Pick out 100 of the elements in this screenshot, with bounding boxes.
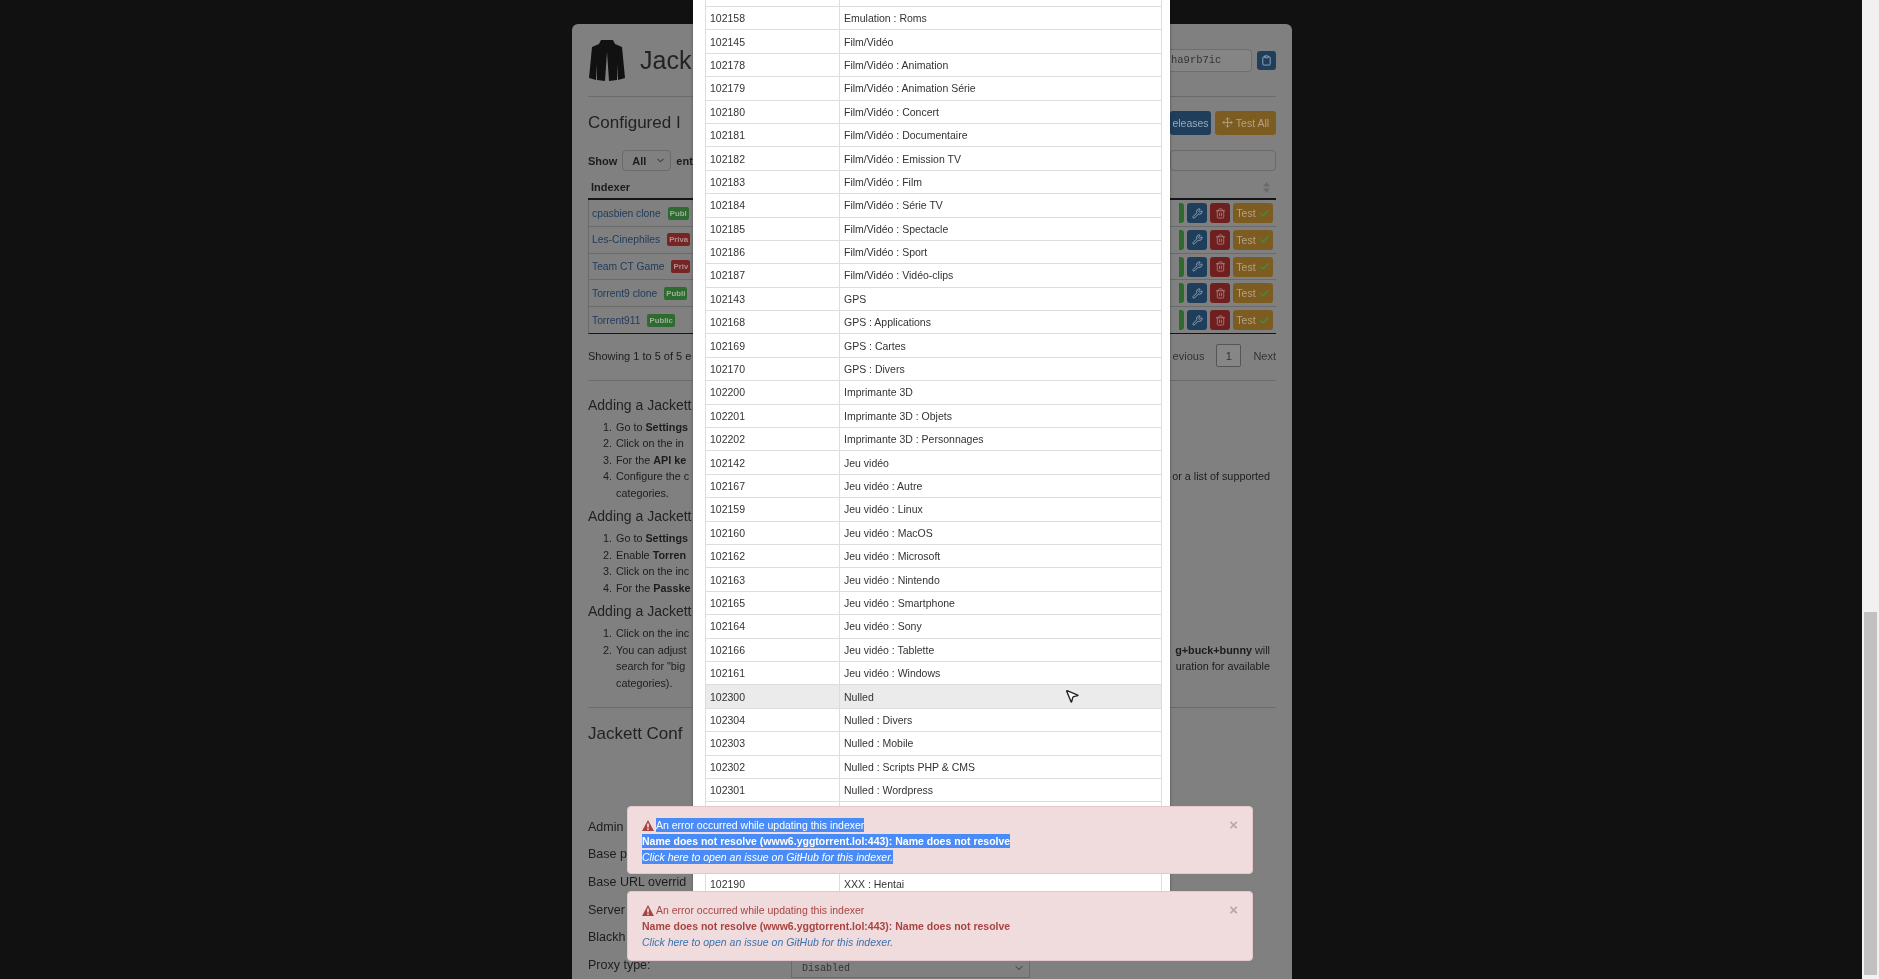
table-cell: Jeu vidéo : Nintendo xyxy=(839,568,1161,591)
category-row[interactable]: 102181 Film/Vidéo : Documentaire xyxy=(706,122,1161,147)
table-cell-text: 102184 xyxy=(709,198,747,214)
table-cell: Nulled : Scripts PHP & CMS xyxy=(839,755,1161,778)
category-row[interactable]: 102300 Nulled xyxy=(706,684,1161,708)
category-row[interactable]: 102200 Imprimante 3D xyxy=(706,380,1161,404)
category-row[interactable]: 102160 Jeu vidéo : MacOS xyxy=(706,520,1161,544)
action-button[interactable] xyxy=(1179,256,1184,277)
table-cell-text: 102183 xyxy=(709,174,747,190)
action-button[interactable] xyxy=(1179,310,1184,331)
help-text: Configure the c xyxy=(616,470,690,483)
category-row[interactable]: 102142 Jeu vidéo xyxy=(706,450,1161,474)
category-row[interactable]: 102178 Film/Vidéo : Animation xyxy=(706,52,1161,77)
category-row[interactable]: 102304 Nulled : Divers xyxy=(706,707,1161,732)
configure-button[interactable] xyxy=(1187,283,1207,304)
table-cell-text: 102302 xyxy=(709,759,747,775)
scrollbar[interactable] xyxy=(1862,0,1879,979)
configure-button[interactable] xyxy=(1187,310,1207,331)
category-row[interactable]: 102163 Jeu vidéo : Nintendo xyxy=(706,567,1161,591)
category-row[interactable]: 102179 Film/Vidéo : Animation Série xyxy=(706,76,1161,100)
table-cell-text: 102164 xyxy=(709,619,747,635)
category-row[interactable]: 102159 Jeu vidéo : Linux xyxy=(706,497,1161,521)
github-issue-link[interactable]: Click here to open an issue on GitHub for this indexer. xyxy=(642,935,894,949)
list-number: 2. xyxy=(602,548,613,561)
table-cell-text: 102160 xyxy=(709,525,747,541)
category-row[interactable]: 102161 Jeu vidéo : Windows xyxy=(706,660,1161,685)
delete-button[interactable] xyxy=(1210,229,1230,250)
notification-message: Name does not resolve (www6.yggtorrent.lol:443): Name does not resolve xyxy=(642,919,1011,933)
delete-button[interactable] xyxy=(1210,256,1230,277)
page-size-select[interactable]: All xyxy=(622,150,672,172)
table-cell-text: 102143 xyxy=(709,291,747,307)
category-row[interactable]: 102180 Film/Vidéo : Concert xyxy=(706,99,1161,123)
move-icon xyxy=(1221,117,1233,129)
table-cell-text: 102181 xyxy=(709,128,747,144)
category-row[interactable]: 102164 Jeu vidéo : Sony xyxy=(706,614,1161,638)
category-row[interactable]: 102301 Nulled : Wordpress xyxy=(706,777,1161,802)
column-header[interactable]: Indexer xyxy=(591,181,631,194)
category-row[interactable]: 102182 Film/Vidéo : Emission TV xyxy=(706,146,1161,170)
table-cell: Film/Vidéo : Animation Série xyxy=(839,77,1161,100)
table-cell: Film/Vidéo : Concert xyxy=(839,100,1161,123)
list-number: 1. xyxy=(602,532,613,545)
help-text: categories). xyxy=(616,676,673,689)
page-button[interactable]: 1 xyxy=(1216,344,1242,368)
table-cell-text: 102190 xyxy=(709,876,747,892)
category-row[interactable]: 102158 Emulation : Roms xyxy=(706,6,1161,30)
table-cell-text: 102167 xyxy=(709,479,747,494)
table-cell-text: 102179 xyxy=(709,81,747,97)
category-row[interactable]: 102302 Nulled : Scripts PHP & CMS xyxy=(706,754,1161,778)
category-row[interactable]: 102183 Film/Vidéo : Film xyxy=(706,169,1161,194)
table-cell-text: 102161 xyxy=(709,666,747,682)
delete-button[interactable] xyxy=(1210,283,1230,304)
category-row[interactable]: 102170 GPS : Divers xyxy=(706,356,1161,381)
table-cell-text: 102185 xyxy=(709,221,747,237)
category-row[interactable]: 102303 Nulled : Mobile xyxy=(706,731,1161,755)
category-row[interactable]: 102201 Imprimante 3D : Objets xyxy=(706,403,1161,428)
category-row[interactable]: 102143 GPS xyxy=(706,286,1161,311)
table-cell: Jeu vidéo xyxy=(839,451,1161,474)
wrench-icon xyxy=(1191,287,1203,299)
table-cell-text: 102303 xyxy=(709,736,747,752)
category-row[interactable]: 102186 Film/Vidéo : Sport xyxy=(706,239,1161,264)
trash-icon xyxy=(1214,261,1226,273)
table-cell-text: 102178 xyxy=(709,57,747,73)
notification-title: An error occurred while updating this indexer xyxy=(656,903,865,917)
table-cell-text: 102168 xyxy=(709,315,747,331)
category-row[interactable]: 102162 Jeu vidéo : Microsoft xyxy=(706,544,1161,568)
category-row[interactable]: 102184 Film/Vidéo : Série TV xyxy=(706,193,1161,217)
table-cell-text: 102169 xyxy=(709,338,747,354)
copy-button[interactable] xyxy=(1257,50,1276,70)
releases-button[interactable]: eleases xyxy=(1170,111,1211,135)
search-field[interactable] xyxy=(1170,150,1276,172)
configure-button[interactable] xyxy=(1187,203,1207,224)
help-text: g+buck+bunny will xyxy=(1175,643,1271,656)
category-row[interactable]: 102185 Film/Vidéo : Spectacle xyxy=(706,216,1161,240)
category-row[interactable]: 102166 Jeu vidéo : Tablette xyxy=(706,637,1161,661)
category-row[interactable]: 102167 Jeu vidéo : Autre xyxy=(706,473,1161,498)
table-cell: Film/Vidéo : Vidéo-clips xyxy=(839,264,1161,287)
table-info: Showing 1 to 5 of 5 e xyxy=(588,349,692,362)
category-row[interactable]: 102165 Jeu vidéo : Smartphone xyxy=(706,590,1161,615)
table-cell-text: 102202 xyxy=(709,432,747,448)
wrench-icon xyxy=(1191,261,1203,273)
action-button[interactable] xyxy=(1179,229,1184,250)
delete-button[interactable] xyxy=(1210,310,1230,331)
table-cell-text: 102170 xyxy=(709,362,747,378)
category-row[interactable]: 102145 Film/Vidéo xyxy=(706,29,1161,53)
table-cell: Film/Vidéo xyxy=(839,30,1161,53)
category-row[interactable]: 102169 GPS : Cartes xyxy=(706,333,1161,357)
configure-button[interactable] xyxy=(1187,229,1207,250)
wrench-icon xyxy=(1191,234,1203,246)
trash-icon xyxy=(1214,287,1226,299)
action-button[interactable] xyxy=(1179,203,1184,224)
scrollbar-thumb[interactable] xyxy=(1864,612,1877,975)
configure-button[interactable] xyxy=(1187,256,1207,277)
delete-button[interactable] xyxy=(1210,203,1230,224)
check-icon xyxy=(1258,314,1270,326)
category-row[interactable]: 102187 Film/Vidéo : Vidéo-clips xyxy=(706,263,1161,287)
list-number: 3. xyxy=(602,565,613,578)
category-row[interactable]: 102202 Imprimante 3D : Personnages xyxy=(706,427,1161,451)
table-cell: Film/Vidéo : Spectacle xyxy=(839,217,1161,240)
category-row[interactable]: 102168 GPS : Applications xyxy=(706,310,1161,334)
action-button[interactable] xyxy=(1179,283,1184,304)
